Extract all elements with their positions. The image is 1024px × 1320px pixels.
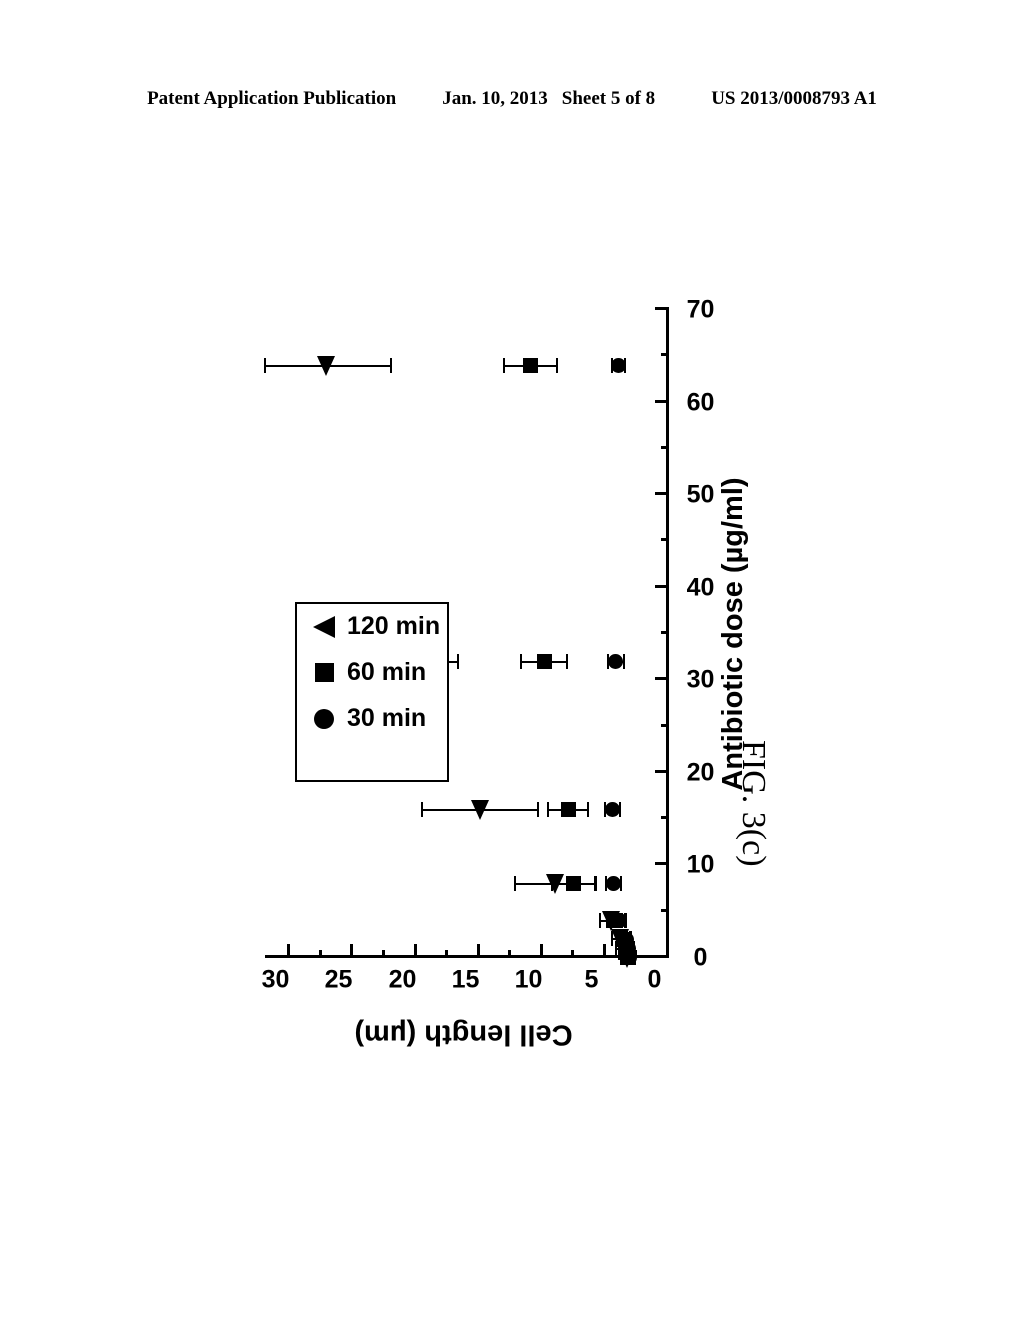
- legend-label-30-min: 30 min: [347, 704, 427, 732]
- sheet-number: Sheet 5 of 8: [561, 88, 656, 109]
- y-axis-label: Cell length (µm): [354, 1018, 573, 1051]
- circle-marker-icon: [311, 706, 337, 732]
- patent-number: US 2013/0008793 A1: [711, 88, 877, 109]
- circle-marker: [611, 358, 626, 374]
- y-tick-label: 20: [388, 965, 416, 994]
- triangle-marker-icon: [311, 614, 337, 640]
- publication-label: Patent Application Publication: [147, 88, 397, 109]
- y-tick-label: 25: [324, 965, 353, 994]
- chart-legend: 120 min 60 min 30 min: [295, 602, 449, 782]
- legend-inner: 120 min 60 min 30 min: [297, 604, 447, 780]
- scatter-plot: 0 10 20 30 40 50 60 70 0 5 10 15 20 25 30 120 min: [247, 260, 777, 1051]
- square-marker-icon: [311, 660, 337, 686]
- legend-item-60-min: 60 min: [311, 658, 441, 687]
- legend-item-120-min: 120 min: [311, 612, 441, 641]
- patent-header: Patent Application Publication Jan. 10, …: [0, 88, 1024, 110]
- figure-stage: 0 10 20 30 40 50 60 70 0 5 10 15 20 25 30 120 min: [0, 150, 1024, 1160]
- publication-date: Jan. 10, 2013: [442, 88, 548, 109]
- y-tick-label: 0: [647, 965, 662, 994]
- y-tick-label: 15: [451, 965, 480, 994]
- legend-item-30-min: 30 min: [311, 704, 441, 733]
- y-tick-label: 5: [584, 965, 599, 994]
- y-tick-label: 30: [261, 965, 290, 994]
- figure-caption: FIG. 3(c): [735, 740, 772, 867]
- legend-label-120-min: 120 min: [347, 612, 441, 640]
- plot-area: 0 10 20 30 40 50 60 70 0 5 10 15 20 25 30 120 min: [262, 296, 715, 994]
- y-tick-label: 10: [514, 965, 543, 994]
- legend-label-60-min: 60 min: [347, 658, 427, 686]
